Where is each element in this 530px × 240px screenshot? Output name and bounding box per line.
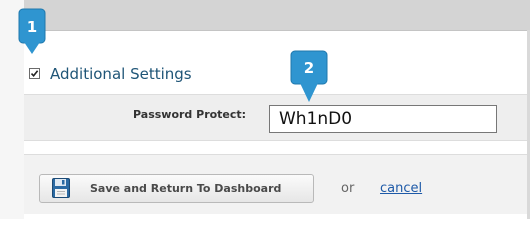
password-protect-input[interactable] [269, 105, 497, 133]
or-separator: or [341, 181, 355, 196]
checkmark-icon [30, 70, 39, 78]
additional-settings-heading[interactable]: Additional Settings [50, 64, 192, 84]
save-button-label: Save and Return To Dashboard [90, 182, 282, 195]
step-1-callout: 1 [18, 8, 46, 54]
step-2-number: 2 [304, 59, 314, 77]
password-protect-label: Password Protect: [133, 108, 247, 121]
step-1-number: 1 [27, 18, 37, 36]
cancel-link[interactable]: cancel [380, 181, 422, 197]
additional-settings-checkbox[interactable] [29, 68, 40, 79]
top-header-band [24, 0, 530, 31]
step-2-callout: 2 [290, 50, 328, 102]
floppy-disk-icon [52, 178, 70, 198]
save-and-return-button[interactable]: Save and Return To Dashboard [39, 174, 314, 203]
